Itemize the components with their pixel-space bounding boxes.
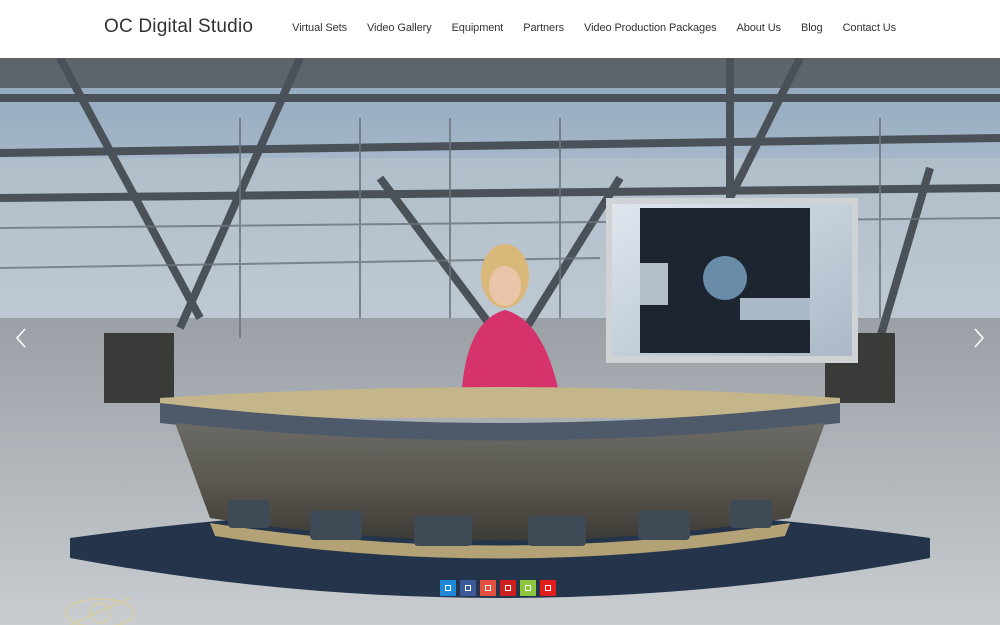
slider-dot-square-icon xyxy=(465,585,471,591)
nav-video-gallery[interactable]: Video Gallery xyxy=(367,22,432,34)
slider-dot-square-icon xyxy=(525,585,531,591)
nav-partners[interactable]: Partners xyxy=(523,22,564,34)
slider-dot-square-icon xyxy=(545,585,551,591)
chevron-left-icon xyxy=(15,328,26,348)
slider-dot-5[interactable] xyxy=(520,580,536,596)
virtual-set-image xyxy=(0,58,1000,625)
slider-dot-square-icon xyxy=(445,585,451,591)
nav-about-us[interactable]: About Us xyxy=(737,22,782,34)
nav-virtual-sets[interactable]: Virtual Sets xyxy=(292,22,347,34)
nav-blog[interactable]: Blog xyxy=(801,22,823,34)
slider-dot-6[interactable] xyxy=(540,580,556,596)
slider-dot-3[interactable] xyxy=(480,580,496,596)
main-nav: Virtual Sets Video Gallery Equipment Partne… xyxy=(292,22,896,34)
slider-dot-square-icon xyxy=(505,585,511,591)
hero-slider xyxy=(0,58,1000,625)
slider-pagination xyxy=(440,580,556,596)
slider-prev-button[interactable] xyxy=(6,318,36,358)
slider-dot-square-icon xyxy=(485,585,491,591)
slider-dot-4[interactable] xyxy=(500,580,516,596)
slider-dot-2[interactable] xyxy=(460,580,476,596)
chevron-right-icon xyxy=(974,328,985,348)
site-header: OC Digital Studio Virtual Sets Video Gall… xyxy=(0,0,1000,58)
nav-video-production-packages[interactable]: Video Production Packages xyxy=(584,22,717,34)
slider-next-button[interactable] xyxy=(964,318,994,358)
nav-contact-us[interactable]: Contact Us xyxy=(843,22,897,34)
slider-dot-1[interactable] xyxy=(440,580,456,596)
site-logo[interactable]: OC Digital Studio xyxy=(104,16,253,38)
nav-equipment[interactable]: Equipment xyxy=(452,22,504,34)
